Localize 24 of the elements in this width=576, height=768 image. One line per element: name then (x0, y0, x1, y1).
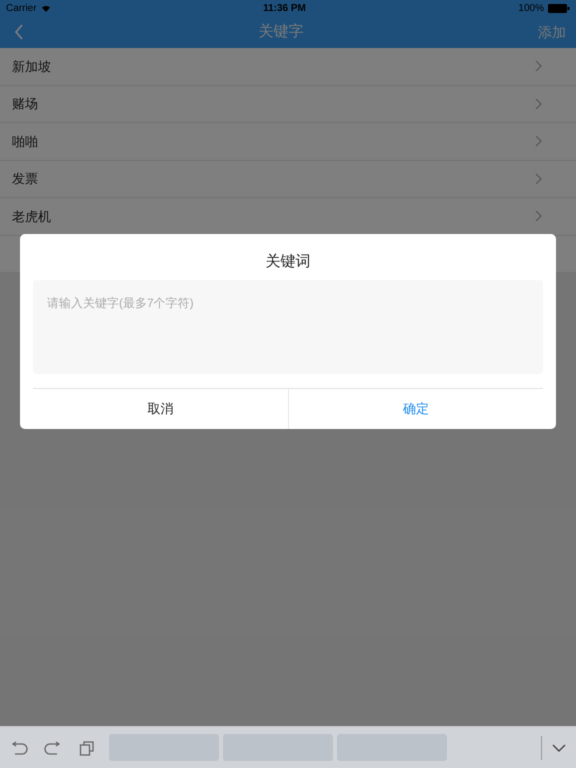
dialog-title: 关键词 (264, 252, 312, 272)
undo-icon[interactable] (10, 740, 28, 754)
chevron-right-icon (535, 210, 542, 222)
confirm-button[interactable]: 确定 (288, 389, 543, 429)
carrier-label: Carrier (6, 2, 37, 16)
battery-label: 100% (518, 2, 544, 16)
back-icon[interactable] (14, 24, 24, 40)
page-title: 关键字 (258, 22, 304, 42)
chevron-right-icon (535, 135, 542, 148)
list-item[interactable]: 发票 (0, 160, 576, 198)
clock: 11:36 PM (263, 2, 306, 16)
battery-icon (548, 4, 570, 12)
redo-icon[interactable] (44, 740, 62, 754)
list-item[interactable]: 赌场 (0, 86, 576, 123)
input-field[interactable]: 请输入关键字(最多7个字符) (33, 280, 543, 374)
chevron-down-icon[interactable] (552, 744, 566, 752)
list-item[interactable]: 新加坡 (0, 48, 576, 86)
chevron-right-icon (535, 98, 542, 110)
wifi-icon (40, 4, 51, 12)
chevron-right-icon (535, 60, 542, 72)
list-item[interactable]: 啪啪 (0, 123, 576, 160)
clipboard-icon[interactable] (79, 740, 95, 756)
cancel-button[interactable]: 取消 (33, 389, 288, 429)
chevron-right-icon (535, 172, 542, 185)
